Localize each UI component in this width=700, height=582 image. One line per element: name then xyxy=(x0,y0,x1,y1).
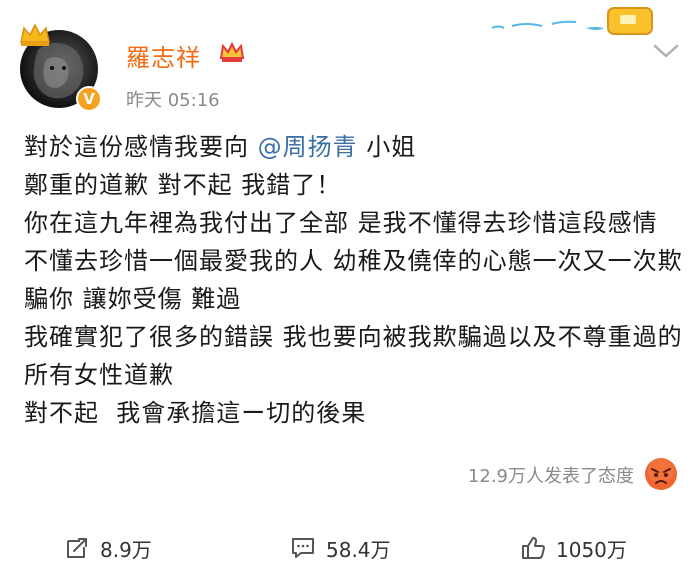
verified-badge-icon: V xyxy=(76,86,102,112)
comment-count: 58.4万 xyxy=(326,537,391,562)
repost-count: 8.9万 xyxy=(100,537,152,562)
repost-icon xyxy=(67,538,87,558)
angry-face-icon[interactable] xyxy=(644,457,678,491)
avatar-container[interactable]: V xyxy=(20,23,102,112)
weibo-post: V 羅志祥 昨天 05:16 對於這份感情我要向 @周扬青 小姐 鄭重的道歉 對… xyxy=(0,0,700,582)
post-content: 對於這份感情我要向 @周扬青 小姐 鄭重的道歉 對不起 我錯了！ 你在這九年裡為… xyxy=(24,128,684,432)
thumbs-up-icon xyxy=(522,537,545,559)
chevron-down-icon[interactable] xyxy=(652,42,680,60)
mention-link[interactable]: @周扬青 xyxy=(258,133,358,161)
username[interactable]: 羅志祥 xyxy=(126,38,201,73)
vip-crown-icon[interactable] xyxy=(218,40,246,64)
like-button[interactable]: 1050万 xyxy=(520,530,627,566)
comment-button[interactable]: 58.4万 xyxy=(290,530,391,566)
content-text-suffix: 小姐 xyxy=(357,133,417,161)
crown-icon xyxy=(20,23,50,46)
reaction-summary[interactable]: 12.9万人发表了态度 xyxy=(468,462,634,488)
content-text-prefix: 對於這份感情我要向 xyxy=(24,133,258,161)
like-count: 1050万 xyxy=(556,537,627,562)
decoration-sticker-icon xyxy=(491,7,653,35)
repost-button[interactable]: 8.9万 xyxy=(64,530,152,566)
post-time: 昨天 05:16 xyxy=(126,90,220,111)
comment-icon xyxy=(292,538,314,558)
content-text-body: 鄭重的道歉 對不起 我錯了！ 你在這九年裡為我付出了全部 是我不懂得去珍惜這段感… xyxy=(24,171,683,427)
